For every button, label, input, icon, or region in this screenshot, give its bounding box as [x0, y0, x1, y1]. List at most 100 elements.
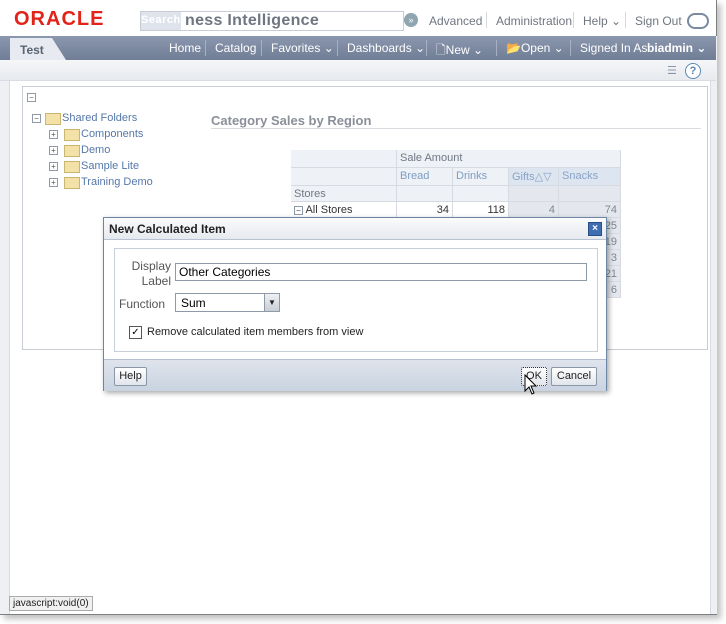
folder-icon: [64, 177, 80, 189]
folder-icon: [64, 161, 80, 173]
search-scope-label: Search: [141, 14, 181, 26]
column-header-bread[interactable]: Bread: [397, 168, 453, 186]
value-cell: 4: [509, 202, 559, 218]
app-title: ness Intelligence: [185, 12, 320, 29]
divider: [486, 12, 487, 28]
nav-catalog[interactable]: Catalog: [215, 41, 256, 55]
sort-icon[interactable]: △▽: [535, 171, 552, 183]
divider: [625, 12, 626, 28]
chevron-down-icon: ⌄: [611, 14, 622, 28]
report-title: Category Sales by Region: [211, 113, 372, 128]
signed-in-label: Signed In As: [580, 41, 648, 55]
measure-header: Sale Amount: [397, 150, 621, 168]
display-label-input[interactable]: [175, 263, 587, 281]
search-box[interactable]: Search ness Intelligence: [140, 11, 404, 31]
column-header-snacks[interactable]: Snacks: [559, 168, 621, 186]
chevron-down-icon[interactable]: ▼: [264, 294, 279, 311]
mouse-cursor-icon: [524, 374, 538, 395]
advanced-link[interactable]: Advanced: [429, 14, 482, 28]
tree-item-components[interactable]: Components: [81, 128, 143, 140]
help-icon[interactable]: ?: [685, 63, 701, 79]
chevron-down-icon: ⌄: [553, 41, 564, 55]
new-document-icon: 🗋: [436, 43, 446, 57]
nav-open[interactable]: 📂Open ⌄: [506, 41, 564, 55]
pivot-blank-cell: [559, 186, 621, 202]
divider: [570, 40, 571, 56]
folder-open-icon: 📂: [506, 41, 521, 55]
search-scope[interactable]: Search: [141, 12, 181, 30]
window-right-edge: [710, 36, 717, 614]
pivot-blank-cell: [453, 186, 509, 202]
tree-item-sample-lite[interactable]: Sample Lite: [81, 160, 139, 172]
tree-shared-folders[interactable]: Shared Folders: [62, 112, 137, 124]
help-button[interactable]: Help: [114, 367, 147, 386]
user-name: biadmin: [647, 41, 694, 55]
help-menu[interactable]: Help ⌄: [583, 14, 621, 28]
nav-new[interactable]: 🗋New ⌄: [436, 41, 483, 62]
remove-members-label[interactable]: Remove calculated item members from view: [147, 326, 363, 338]
tree-item-demo[interactable]: Demo: [81, 144, 110, 156]
status-bar: javascript:void(0): [9, 596, 93, 611]
nav-favorites-label: Favorites: [271, 41, 321, 55]
expand-icon[interactable]: +: [49, 130, 58, 139]
nav-home[interactable]: Home: [169, 41, 201, 55]
expand-icon[interactable]: +: [49, 178, 58, 187]
global-header: ORACLE Search ness Intelligence » Advanc…: [0, 0, 716, 36]
remove-members-checkbox[interactable]: ✓: [129, 326, 142, 339]
divider: [496, 40, 497, 56]
row-all-stores[interactable]: − All Stores: [291, 202, 397, 218]
row-header: Stores: [291, 186, 397, 202]
close-icon[interactable]: ×: [588, 222, 602, 236]
page-options-icon[interactable]: ☰: [667, 65, 681, 77]
help-menu-label: Help: [583, 14, 608, 28]
user-menu[interactable]: biadmin ⌄: [647, 41, 706, 55]
collapse-icon[interactable]: −: [294, 206, 303, 215]
value-cell: 74: [559, 202, 621, 218]
tab-test-label: Test: [20, 43, 44, 57]
divider: [426, 40, 427, 56]
dialog-title-bar[interactable]: New Calculated Item ×: [104, 218, 606, 240]
divider: [261, 40, 262, 56]
divider: [211, 128, 701, 129]
folder-icon: [64, 145, 80, 157]
column-header-gifts[interactable]: Gifts△▽: [509, 168, 559, 186]
chevron-down-icon: ⌄: [696, 41, 707, 55]
value-cell: 34: [397, 202, 453, 218]
window-left-edge: [0, 36, 10, 614]
folder-icon: [64, 129, 80, 141]
divider: [205, 40, 206, 56]
nav-dashboards[interactable]: Dashboards ⌄: [347, 41, 425, 55]
new-calculated-item-dialog: New Calculated Item × Display Label Func…: [103, 217, 607, 391]
folder-icon: [45, 113, 61, 125]
dialog-body: Display Label Function Sum ▼ ✓ Remove ca…: [114, 248, 598, 352]
display-label-label: Display Label: [131, 259, 171, 288]
collapse-icon[interactable]: −: [27, 93, 36, 102]
divider: [573, 12, 574, 28]
tree-item-training-demo[interactable]: Training Demo: [81, 176, 153, 188]
value-cell: 118: [453, 202, 509, 218]
nav-open-label: Open: [520, 41, 551, 55]
nav-dashboards-label: Dashboards: [347, 41, 412, 55]
user-icon[interactable]: [687, 13, 709, 29]
function-select-value: Sum: [181, 296, 206, 310]
column-header-drinks[interactable]: Drinks: [453, 168, 509, 186]
expand-icon[interactable]: +: [49, 162, 58, 171]
administration-link[interactable]: Administration: [496, 14, 572, 28]
chevron-down-icon: ⌄: [323, 41, 334, 55]
cancel-button[interactable]: Cancel: [551, 367, 597, 386]
column-header-gifts-label: Gifts: [512, 171, 535, 183]
nav-new-label: New: [445, 43, 470, 57]
collapse-icon[interactable]: −: [32, 114, 41, 123]
sign-out-link[interactable]: Sign Out: [635, 14, 682, 28]
search-go-icon[interactable]: »: [404, 13, 418, 27]
pivot-blank-cell: [509, 186, 559, 202]
nav-favorites[interactable]: Favorites ⌄: [271, 41, 334, 55]
pivot-blank-cell: [397, 186, 453, 202]
chevron-down-icon: ⌄: [473, 43, 484, 57]
pivot-corner: [291, 168, 397, 186]
expand-icon[interactable]: +: [49, 146, 58, 155]
chevron-down-icon: ⌄: [415, 41, 426, 55]
row-all-stores-label: All Stores: [305, 204, 353, 216]
function-select[interactable]: Sum ▼: [175, 293, 280, 312]
divider: [337, 40, 338, 56]
